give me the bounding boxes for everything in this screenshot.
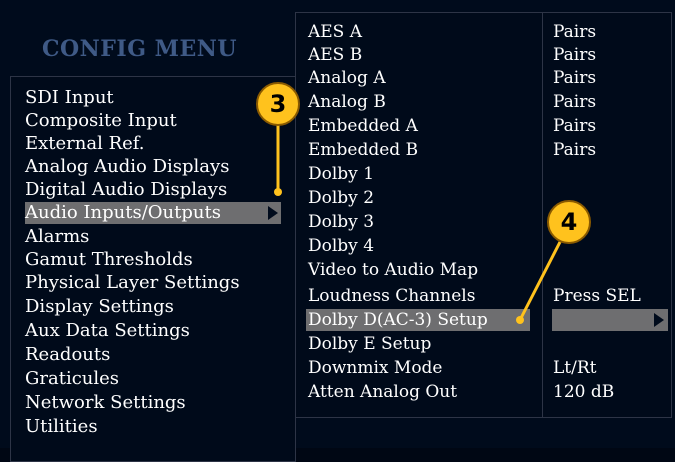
- submenu-item-dolby-4[interactable]: Dolby 4: [308, 235, 374, 257]
- submenu-item-aes-a[interactable]: AES A: [308, 21, 362, 43]
- menu-item-display-settings[interactable]: Display Settings: [25, 296, 174, 318]
- submenu-item-loudness-channels[interactable]: Loudness Channels: [308, 285, 475, 307]
- audio-submenu-panel: AES A Pairs AES B Pairs Analog A Pairs A…: [295, 12, 672, 418]
- submenu-value-embedded-b: Pairs: [553, 140, 597, 160]
- submenu-value-analog-b: Pairs: [553, 92, 597, 112]
- submenu-value-dolby-d-ac3-setup[interactable]: [552, 309, 668, 331]
- submenu-item-video-to-audio-map[interactable]: Video to Audio Map: [308, 259, 478, 281]
- menu-item-external-ref[interactable]: External Ref.: [25, 133, 145, 155]
- submenu-item-analog-b[interactable]: Analog B: [308, 91, 386, 113]
- submenu-item-analog-a[interactable]: Analog A: [308, 67, 386, 89]
- submenu-item-embedded-b[interactable]: Embedded B: [308, 139, 418, 161]
- menu-item-network-settings[interactable]: Network Settings: [25, 392, 186, 414]
- config-menu-panel: CONFIG MENU SDI Input Composite Input Ex…: [4, 16, 296, 462]
- menu-title: CONFIG MENU: [42, 36, 238, 62]
- menu-item-composite-input[interactable]: Composite Input: [25, 110, 177, 132]
- submenu-item-aes-b[interactable]: AES B: [308, 44, 362, 66]
- menu-item-aux-data-settings[interactable]: Aux Data Settings: [25, 320, 190, 342]
- menu-item-gamut-thresholds[interactable]: Gamut Thresholds: [25, 249, 193, 271]
- column-divider: [542, 13, 543, 417]
- submenu-value-aes-a: Pairs: [553, 22, 597, 42]
- submenu-item-atten-analog-out[interactable]: Atten Analog Out: [308, 381, 457, 403]
- config-menu-list: SDI Input Composite Input External Ref. …: [10, 76, 296, 462]
- submenu-item-dolby-2[interactable]: Dolby 2: [308, 187, 374, 209]
- menu-item-analog-audio-displays[interactable]: Analog Audio Displays: [25, 156, 229, 178]
- callout-step-4: 4: [547, 200, 591, 244]
- menu-item-alarms[interactable]: Alarms: [25, 226, 89, 248]
- menu-item-label: Audio Inputs/Outputs: [25, 202, 221, 223]
- submenu-item-embedded-a[interactable]: Embedded A: [308, 115, 418, 137]
- menu-item-audio-inputs-outputs[interactable]: Audio Inputs/Outputs: [25, 202, 281, 224]
- menu-item-sdi-input[interactable]: SDI Input: [25, 87, 114, 109]
- menu-item-utilities[interactable]: Utilities: [25, 416, 98, 438]
- submenu-item-dolby-3[interactable]: Dolby 3: [308, 211, 374, 233]
- config-menu-screen: CONFIG MENU SDI Input Composite Input Ex…: [0, 0, 675, 462]
- menu-item-physical-layer-settings[interactable]: Physical Layer Settings: [25, 272, 240, 294]
- menu-item-graticules[interactable]: Graticules: [25, 368, 119, 390]
- submenu-value-downmix-mode: Lt/Rt: [553, 358, 597, 378]
- submenu-arrow-icon: [268, 206, 278, 220]
- callout-step-3: 3: [256, 82, 300, 126]
- submenu-item-dolby-d-ac3-setup[interactable]: Dolby D(AC-3) Setup: [306, 309, 530, 331]
- submenu-value-loudness-channels: Press SEL: [553, 286, 641, 306]
- submenu-item-dolby-1[interactable]: Dolby 1: [308, 163, 374, 185]
- menu-item-readouts[interactable]: Readouts: [25, 344, 110, 366]
- submenu-item-dolby-e-setup[interactable]: Dolby E Setup: [308, 333, 431, 355]
- menu-item-digital-audio-displays[interactable]: Digital Audio Displays: [25, 179, 227, 201]
- submenu-value-analog-a: Pairs: [553, 68, 597, 88]
- submenu-value-atten-analog-out: 120 dB: [553, 382, 615, 402]
- submenu-item-downmix-mode[interactable]: Downmix Mode: [308, 357, 443, 379]
- submenu-value-embedded-a: Pairs: [553, 116, 597, 136]
- submenu-arrow-icon: [654, 313, 664, 327]
- submenu-value-aes-b: Pairs: [553, 45, 597, 65]
